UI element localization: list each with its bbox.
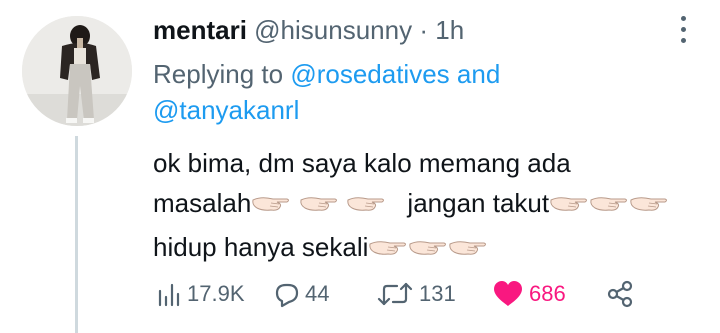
tweet-header: mentari @hisunsunny · 1h	[153, 14, 464, 46]
tweet-text-line-1: ok bima, dm saya kalo memang ada	[153, 148, 571, 178]
tweet-text-line-3: hidup hanya sekali	[153, 227, 693, 271]
tweet-actions: 17.9K 44 131 686	[153, 276, 653, 312]
reply-mention-2[interactable]: @tanyakanrl	[153, 95, 299, 125]
views-button[interactable]: 17.9K	[153, 276, 245, 312]
tweet-text-jangan-takut: jangan takut	[407, 188, 550, 218]
replying-to: Replying to @rosedatives and @tanyakanrl	[153, 56, 653, 128]
retweet-button[interactable]: 131	[375, 276, 456, 312]
pointing-hand-emoji-icon	[589, 187, 629, 227]
pointing-hand-emoji-icon	[346, 187, 386, 227]
reply-button[interactable]: 44	[271, 276, 329, 312]
tweet-text-line-2: masalah jangan takut	[153, 183, 693, 227]
pointing-hand-emoji-icon	[549, 187, 589, 227]
thread-line	[75, 136, 78, 333]
pointing-hand-emoji-icon	[629, 187, 669, 227]
tweet-text-hidup: hidup hanya sekali	[153, 232, 369, 262]
reply-conjunction[interactable]: and	[457, 59, 500, 89]
replying-to-label: Replying to	[153, 59, 284, 89]
heart-icon	[494, 281, 522, 306]
avatar[interactable]	[22, 16, 132, 126]
pointing-hand-emoji-icon	[251, 187, 291, 227]
tweet-text-masalah: masalah	[153, 188, 252, 218]
like-count: 686	[529, 281, 566, 306]
retweet-count: 131	[419, 281, 456, 306]
user-handle[interactable]: @hisunsunny	[254, 15, 412, 45]
pointing-hand-emoji-icon	[299, 187, 339, 227]
like-button[interactable]: 686	[491, 276, 566, 312]
more-options-icon[interactable]	[677, 16, 689, 56]
pointing-hand-emoji-icon	[368, 231, 408, 271]
display-name[interactable]: mentari	[153, 15, 247, 45]
share-button[interactable]	[605, 276, 635, 312]
share-icon	[607, 280, 633, 308]
reply-count: 44	[305, 281, 330, 306]
pointing-hand-emoji-icon	[408, 231, 448, 271]
timestamp[interactable]: 1h	[435, 15, 464, 45]
pointing-hand-emoji-icon	[448, 231, 488, 271]
separator-dot: ·	[419, 15, 428, 45]
retweet-icon	[377, 282, 413, 306]
reply-mention-1[interactable]: @rosedatives	[290, 59, 449, 89]
views-icon	[158, 283, 180, 307]
reply-icon	[275, 283, 299, 308]
tweet[interactable]: mentari @hisunsunny · 1h Replying to @ro…	[0, 0, 720, 333]
views-count: 17.9K	[187, 281, 245, 306]
avatar-photo	[22, 16, 132, 126]
tweet-text: ok bima, dm saya kalo memang ada masalah…	[153, 143, 693, 271]
